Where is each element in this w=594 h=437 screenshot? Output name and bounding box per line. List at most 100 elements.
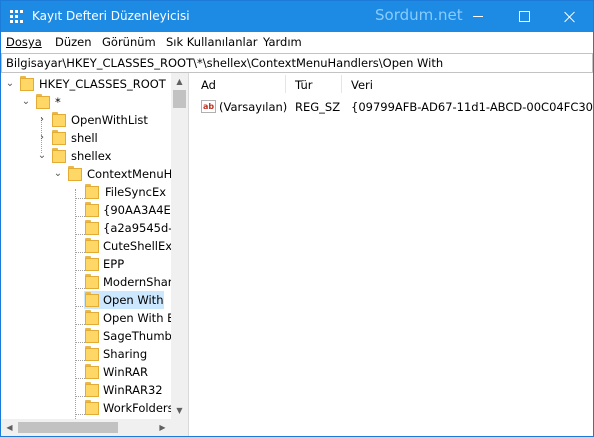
scroll-thumb[interactable]	[173, 90, 186, 108]
tree-label: WinRAR	[103, 365, 148, 379]
tree-node-open-with-selected[interactable]: Open With	[1, 291, 171, 309]
tree-node-handler[interactable]: WinRAR	[1, 363, 171, 381]
value-name: (Varsayılan)	[219, 100, 288, 114]
window-title: Kayıt Defteri Düzenleyicisi	[32, 9, 190, 23]
column-header-label: Veri	[351, 78, 373, 92]
menu-file[interactable]: Dosya	[6, 35, 42, 49]
maximize-icon	[518, 11, 530, 22]
address-bar[interactable]: Bilgisayar\HKEY_CLASSES_ROOT\*\shellex\C…	[1, 53, 593, 73]
tree-node-handler[interactable]: WinRAR32	[1, 381, 171, 399]
folder-icon	[85, 256, 99, 271]
column-header-type[interactable]: Tür	[287, 73, 341, 95]
title-bar[interactable]: Kayıt Defteri Düzenleyicisi Sordum.net	[1, 1, 593, 32]
column-header-label: Ad	[201, 78, 216, 92]
folder-icon	[52, 112, 66, 127]
folder-icon	[85, 274, 99, 289]
tree-node-openwithlist[interactable]: › OpenWithList	[1, 111, 171, 129]
tree-label: WorkFolders	[103, 401, 174, 415]
close-button[interactable]	[547, 1, 593, 32]
chevron-down-icon[interactable]: ⌄	[5, 79, 15, 89]
menu-help[interactable]: Yardım	[263, 35, 302, 49]
tree-node-handler[interactable]: ModernShari	[1, 273, 176, 291]
chevron-down-icon[interactable]: ⌄	[37, 151, 47, 161]
tree-label: *	[55, 95, 61, 109]
folder-icon	[36, 94, 50, 109]
tree-label: OpenWithList	[71, 113, 148, 127]
regedit-app-icon	[10, 10, 24, 23]
tree-vertical-scrollbar[interactable]: ▲ ▼	[171, 73, 188, 419]
registry-editor-window: Kayıt Defteri Düzenleyicisi Sordum.net D…	[0, 0, 594, 437]
tree-node-handler[interactable]: SageThumbs	[1, 327, 178, 345]
tree-node-hkcr[interactable]: ⌄ HKEY_CLASSES_ROOT	[1, 75, 171, 93]
scroll-up-icon[interactable]: ▲	[171, 73, 188, 90]
tree-node-handler[interactable]: {90AA3A4E-1	[1, 201, 182, 219]
folder-icon	[52, 148, 66, 163]
scroll-left-icon[interactable]: ◀	[1, 419, 18, 436]
column-divider[interactable]	[285, 75, 286, 93]
menu-favorites[interactable]: Sık Kullanılanlar	[166, 35, 258, 49]
chevron-down-icon[interactable]: ⌄	[53, 169, 63, 179]
menu-bar: Dosya Düzen Görünüm Sık Kullanılanlar Ya…	[1, 32, 593, 52]
tree-node-handler[interactable]: Sharing	[1, 345, 171, 363]
tree-label: SageThumbs	[103, 329, 178, 343]
tree-node-handler[interactable]: CuteShellExt	[1, 237, 177, 255]
tree-label: EPP	[103, 257, 125, 271]
folder-icon	[85, 238, 99, 253]
folder-icon	[85, 292, 99, 307]
tree-node-handler[interactable]: {a2a9545d-a0	[1, 219, 187, 237]
tree-label: WinRAR32	[103, 383, 163, 397]
tree-node-handler[interactable]: Open With Er	[1, 309, 179, 327]
chevron-right-icon[interactable]: ›	[37, 133, 47, 143]
minimize-icon	[473, 16, 483, 17]
folder-icon	[85, 184, 99, 199]
column-header-name[interactable]: Ad	[193, 73, 285, 95]
folder-icon	[85, 364, 99, 379]
tree-node-shellex[interactable]: ⌄ shellex	[1, 147, 171, 165]
value-data: {09799AFB-AD67-11d1-ABCD-00C04FC30936}	[351, 100, 593, 114]
tree-label: CuteShellExt	[103, 239, 177, 253]
tree-label: Sharing	[103, 347, 148, 361]
tree-label: Open With Er	[103, 311, 180, 325]
folder-icon	[85, 202, 99, 217]
value-row[interactable]: ab (Varsayılan) REG_SZ {09799AFB-AD67-11…	[193, 98, 593, 116]
folder-icon	[85, 310, 99, 325]
scroll-thumb[interactable]	[18, 422, 118, 433]
key-tree-pane[interactable]: ⌄ HKEY_CLASSES_ROOT ⌄ * › OpenWithList ›…	[1, 73, 189, 436]
folder-icon	[20, 76, 34, 91]
tree-label: shellex	[71, 149, 112, 163]
address-path: Bilgisayar\HKEY_CLASSES_ROOT\*\shellex\C…	[6, 56, 444, 70]
ab-string-icon: ab	[201, 100, 216, 113]
column-header-label: Tür	[295, 78, 313, 92]
menu-edit[interactable]: Düzen	[55, 35, 92, 49]
tree-label: FileSyncEx	[105, 185, 167, 199]
value-type: REG_SZ	[295, 100, 341, 114]
folder-icon	[85, 220, 99, 235]
tree-node-contextmenuhandlers[interactable]: ⌄ ContextMenuHa	[1, 165, 179, 183]
column-header-data[interactable]: Veri	[343, 73, 593, 95]
folder-icon	[68, 166, 82, 181]
column-divider[interactable]	[341, 75, 342, 93]
tree-node-handler[interactable]: EPP	[1, 255, 171, 273]
watermark-text: Sordum.net	[375, 6, 463, 24]
chevron-right-icon[interactable]: ›	[37, 115, 47, 125]
folder-icon	[52, 130, 66, 145]
folder-icon	[85, 382, 99, 397]
tree-label: ModernShari	[103, 275, 176, 289]
tree-label: HKEY_CLASSES_ROOT	[39, 77, 166, 91]
chevron-down-icon[interactable]: ⌄	[21, 97, 31, 107]
tree-node-handler[interactable]: WorkFolders	[1, 399, 174, 417]
minimize-button[interactable]	[455, 1, 501, 32]
tree-node-shell[interactable]: › shell	[1, 129, 171, 147]
maximize-button[interactable]	[501, 1, 547, 32]
scroll-right-icon[interactable]: ▶	[154, 419, 171, 436]
tree-node-star[interactable]: ⌄ *	[1, 93, 171, 111]
tree-label: Open With	[103, 293, 164, 307]
tree-label: ContextMenuHa	[87, 167, 180, 181]
scroll-down-icon[interactable]: ▼	[171, 402, 188, 419]
tree-node-handler[interactable]: FileSyncEx	[1, 183, 171, 201]
tree-horizontal-scrollbar[interactable]: ◀ ▶	[1, 419, 188, 436]
folder-icon	[85, 400, 99, 415]
folder-icon	[85, 328, 99, 343]
menu-view[interactable]: Görünüm	[102, 35, 156, 49]
values-pane[interactable]: Ad Tür Veri ab (Varsayılan) REG_SZ {0979…	[193, 73, 593, 436]
